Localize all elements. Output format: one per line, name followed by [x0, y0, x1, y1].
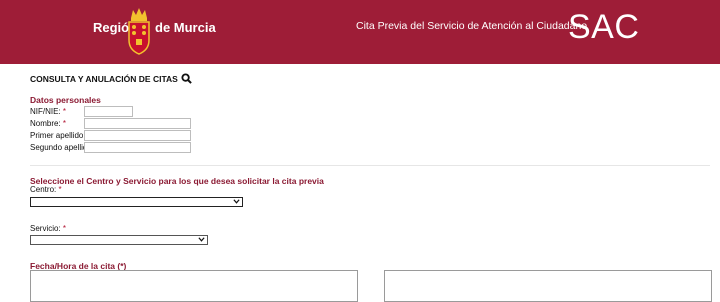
logo-text-right: de Murcia: [155, 20, 216, 35]
datos-personales-title: Datos personales: [30, 95, 101, 105]
chevron-down-icon: [198, 237, 205, 242]
centro-label: Centro: *: [30, 185, 62, 194]
nombre-input[interactable]: [84, 118, 191, 129]
consulta-label: CONSULTA Y ANULACIÓN DE CITAS: [30, 73, 178, 84]
header-bar: Región de Murcia Cita Previa del Servici…: [0, 0, 720, 64]
nif-input[interactable]: [84, 106, 133, 117]
primer-apellido-label: Primer apellido: *: [30, 131, 91, 140]
consulta-anulacion-link[interactable]: CONSULTA Y ANULACIÓN DE CITAS: [30, 73, 192, 84]
fecha-calendar-box[interactable]: [30, 270, 358, 302]
crest-icon: [128, 8, 150, 55]
segundo-apellido-input[interactable]: [84, 142, 191, 153]
nif-label: NIF/NIE: *: [30, 107, 67, 116]
chevron-down-icon: [233, 199, 240, 204]
section-divider: [30, 165, 710, 166]
centro-select[interactable]: [30, 197, 243, 207]
primer-apellido-input[interactable]: [84, 130, 191, 141]
header-subtitle: Cita Previa del Servicio de Atención al …: [356, 20, 588, 32]
servicio-select[interactable]: [30, 235, 208, 245]
header-sac-title: SAC: [568, 8, 640, 46]
hora-slots-box[interactable]: [384, 270, 712, 302]
centro-servicio-title: Seleccione el Centro y Servicio para los…: [30, 176, 324, 186]
nombre-label: Nombre: *: [30, 119, 67, 128]
search-icon: [181, 73, 192, 84]
servicio-label: Servicio: *: [30, 224, 67, 233]
